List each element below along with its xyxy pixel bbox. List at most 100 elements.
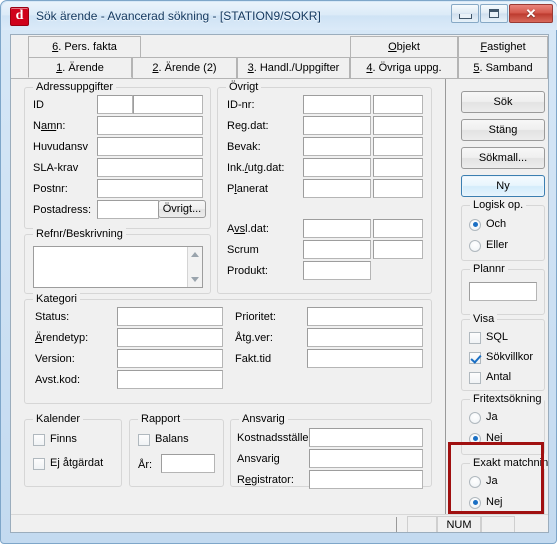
input-bevak-from[interactable] — [303, 137, 371, 156]
radio-fritext-nej[interactable]: Nej — [469, 432, 503, 445]
radio-fritext-ja-label: Ja — [486, 411, 498, 423]
checkbox-ej-atgardat[interactable]: Ej åtgärdat — [33, 457, 103, 470]
label-status: Status: — [35, 311, 70, 323]
tab-handl-uppgifter[interactable]: 3. Handl./Uppgifter — [237, 57, 350, 78]
maximize-button[interactable] — [480, 4, 508, 23]
panel-divider — [445, 79, 446, 532]
radio-logisk-op-och[interactable]: Och — [469, 218, 506, 231]
input-id-nr-from[interactable] — [303, 95, 371, 114]
input-registrator[interactable] — [309, 470, 423, 489]
group-legend-rapport: Rapport — [138, 413, 184, 425]
refnr-scrollbar[interactable] — [187, 247, 202, 287]
label-prioritet: Prioritet: — [235, 311, 276, 323]
tab-arende[interactable]: 1. Ärende — [28, 57, 132, 78]
checkbox-sokvillkor-label: Sökvillkor — [486, 351, 534, 363]
tab-fastighet[interactable]: Fastighet — [458, 36, 548, 57]
input-fakt-tid[interactable] — [307, 349, 423, 368]
input-atg-ver[interactable] — [307, 328, 423, 347]
radio-eller-dot — [469, 239, 481, 252]
status-bar: NUM — [11, 514, 548, 532]
checkbox-sokvillkor[interactable]: Sökvillkor — [469, 351, 533, 364]
radio-fritext-nej-label: Nej — [486, 432, 503, 444]
input-ansvarig[interactable] — [309, 449, 423, 468]
radio-logisk-op-eller[interactable]: Eller — [469, 239, 508, 252]
input-plannr[interactable] — [469, 282, 537, 301]
checkbox-antal[interactable]: Antal — [469, 371, 511, 384]
input-version[interactable] — [117, 349, 223, 368]
sok-button[interactable]: Sök — [461, 91, 545, 113]
checkbox-ej-atgardat-label: Ej åtgärdat — [50, 457, 104, 469]
maximize-icon — [489, 9, 499, 18]
label-postadress: Postadress: — [33, 204, 92, 216]
input-id-b[interactable] — [133, 95, 203, 114]
input-planerat-from[interactable] — [303, 179, 371, 198]
input-ar[interactable] — [161, 454, 215, 473]
checkbox-sql[interactable]: SQL — [469, 331, 508, 344]
tab-arende-2[interactable]: 2. Ärende (2) — [132, 57, 237, 78]
input-huvudansv[interactable] — [97, 137, 203, 156]
input-avsl-dat-from[interactable] — [303, 219, 371, 238]
input-scrum-from[interactable] — [303, 240, 371, 259]
ovrigt-button[interactable]: Övrigt... — [158, 200, 206, 218]
scroll-up-icon[interactable] — [191, 252, 199, 257]
radio-fritext-ja[interactable]: Ja — [469, 411, 498, 424]
scroll-down-icon[interactable] — [191, 277, 199, 282]
checkbox-sql-label: SQL — [486, 331, 509, 343]
input-scrum-to[interactable] — [373, 240, 423, 259]
radio-exakt-nej[interactable]: Nej — [469, 496, 503, 509]
input-arendetyp[interactable] — [117, 328, 223, 347]
label-registrator: Registrator: — [237, 474, 294, 486]
close-button[interactable]: ✕ — [509, 4, 553, 23]
sokmall-button[interactable]: Sökmall... — [461, 147, 545, 169]
title-bar: d Sök ärende - Avancerad sökning - [STAT… — [2, 2, 557, 30]
tab-objekt[interactable]: Objekt — [350, 36, 458, 57]
label-scrum: Scrum — [227, 244, 259, 256]
input-refnr-beskrivning[interactable] — [33, 246, 203, 288]
input-bevak-to[interactable] — [373, 137, 423, 156]
tab-ovriga-uppg[interactable]: 4. Övriga uppg. — [350, 57, 458, 78]
input-ink-utg-dat-from[interactable] — [303, 158, 371, 177]
input-ink-utg-dat-to[interactable] — [373, 158, 423, 177]
radio-exakt-nej-dot — [469, 496, 481, 509]
input-id-a[interactable] — [97, 95, 133, 114]
window-controls: ✕ — [451, 4, 553, 23]
radio-exakt-ja[interactable]: Ja — [469, 475, 498, 488]
input-avst-kod[interactable] — [117, 370, 223, 389]
minimize-button[interactable] — [451, 4, 479, 23]
status-cell-3 — [481, 516, 515, 532]
input-namn[interactable] — [97, 116, 203, 135]
input-produkt[interactable] — [303, 261, 371, 280]
checkbox-balans-box — [138, 433, 150, 446]
input-reg-dat-from[interactable] — [303, 116, 371, 135]
input-planerat-to[interactable] — [373, 179, 423, 198]
input-postadress[interactable] — [97, 200, 159, 219]
input-status[interactable] — [117, 307, 223, 326]
label-planerat: Planerat — [227, 183, 268, 195]
checkbox-finns[interactable]: Finns — [33, 433, 77, 446]
input-avsl-dat-to[interactable] — [373, 219, 423, 238]
input-reg-dat-to[interactable] — [373, 116, 423, 135]
checkbox-antal-label: Antal — [486, 371, 512, 383]
tab-samband[interactable]: 5. Samband — [458, 57, 548, 78]
stang-button[interactable]: Stäng — [461, 119, 545, 141]
input-postnr[interactable] — [97, 179, 203, 198]
window-title: Sök ärende - Avancerad sökning - [STATIO… — [36, 9, 321, 23]
tab-pers-fakta[interactable]: 6. Pers. fakta — [28, 36, 141, 57]
status-cell-1 — [407, 516, 437, 532]
group-rapport: Rapport — [129, 413, 224, 487]
label-reg-dat: Reg.dat: — [227, 120, 269, 132]
input-sla-krav[interactable] — [97, 158, 203, 177]
input-kostnadsstalle[interactable] — [309, 428, 423, 447]
label-ink-utg-dat: Ink./utg.dat: — [227, 162, 285, 174]
label-ansvarig: Ansvarig — [237, 453, 280, 465]
radio-eller-label: Eller — [486, 239, 509, 251]
input-id-nr-to[interactable] — [373, 95, 423, 114]
input-prioritet[interactable] — [307, 307, 423, 326]
dialog-window: d Sök ärende - Avancerad sökning - [STAT… — [0, 0, 557, 544]
checkbox-balans[interactable]: Balans — [138, 433, 189, 446]
radio-och-dot — [469, 218, 481, 231]
ny-button[interactable]: Ny — [461, 175, 545, 197]
group-legend-adressuppgifter: Adressuppgifter — [33, 81, 117, 93]
group-legend-visa: Visa — [470, 313, 498, 325]
label-bevak: Bevak: — [227, 141, 261, 153]
